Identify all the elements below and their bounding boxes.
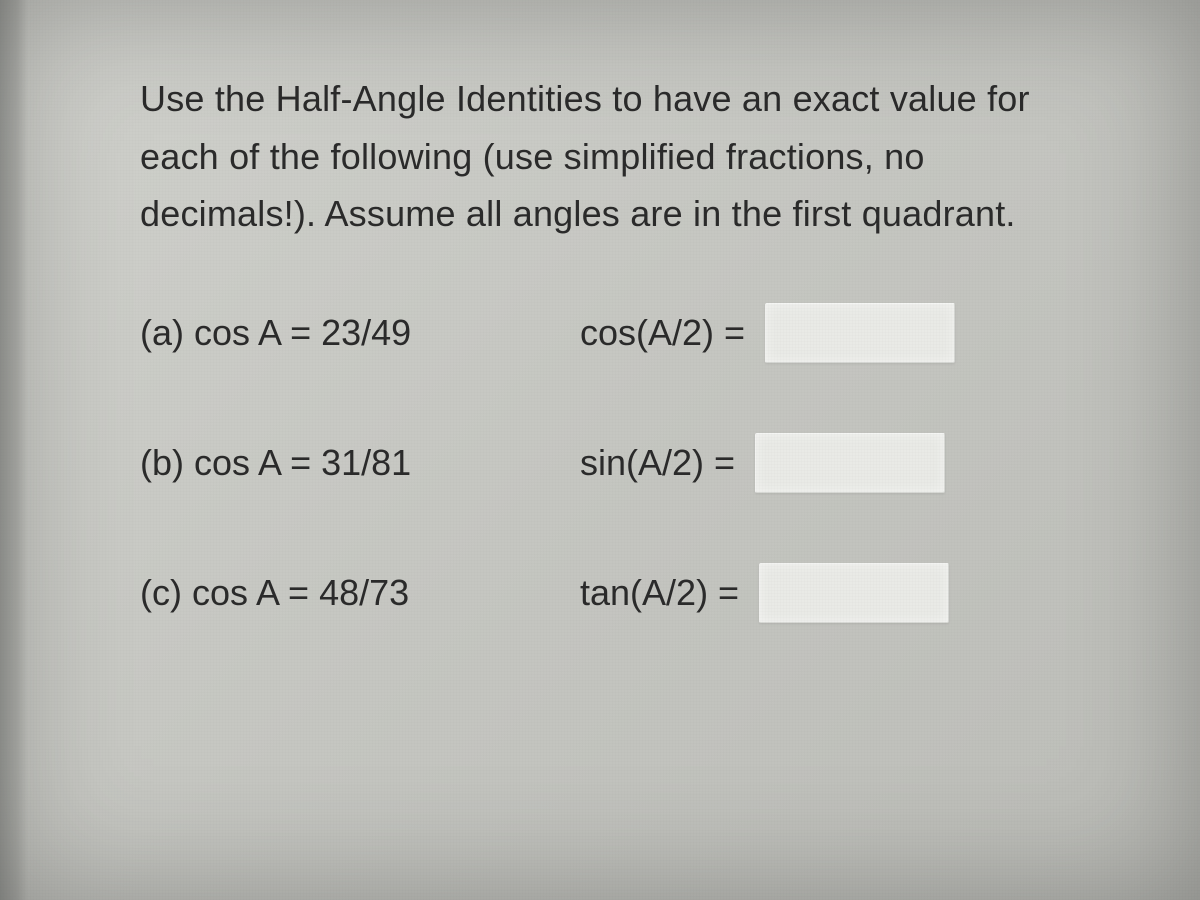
- answer-input-c[interactable]: [759, 563, 949, 623]
- problem-c-given: (c) cos A = 48/73: [140, 572, 520, 614]
- problem-c-target-label: tan(A/2) =: [580, 572, 739, 614]
- worksheet-page: Use the Half-Angle Identities to have an…: [0, 0, 1200, 900]
- problem-row: (b) cos A = 31/81 sin(A/2) =: [140, 433, 1110, 493]
- answer-input-b[interactable]: [755, 433, 945, 493]
- problem-b-target: sin(A/2) =: [580, 433, 945, 493]
- problem-b-given: (b) cos A = 31/81: [140, 442, 520, 484]
- problem-row: (c) cos A = 48/73 tan(A/2) =: [140, 563, 1110, 623]
- left-edge-shadow: [0, 0, 28, 900]
- problem-a-given: (a) cos A = 23/49: [140, 312, 520, 354]
- problem-c-target: tan(A/2) =: [580, 563, 949, 623]
- problem-row: (a) cos A = 23/49 cos(A/2) =: [140, 303, 1110, 363]
- instructions-text: Use the Half-Angle Identities to have an…: [140, 70, 1110, 243]
- problem-b-target-label: sin(A/2) =: [580, 442, 735, 484]
- problem-a-target-label: cos(A/2) =: [580, 312, 745, 354]
- problem-a-target: cos(A/2) =: [580, 303, 955, 363]
- answer-input-a[interactable]: [765, 303, 955, 363]
